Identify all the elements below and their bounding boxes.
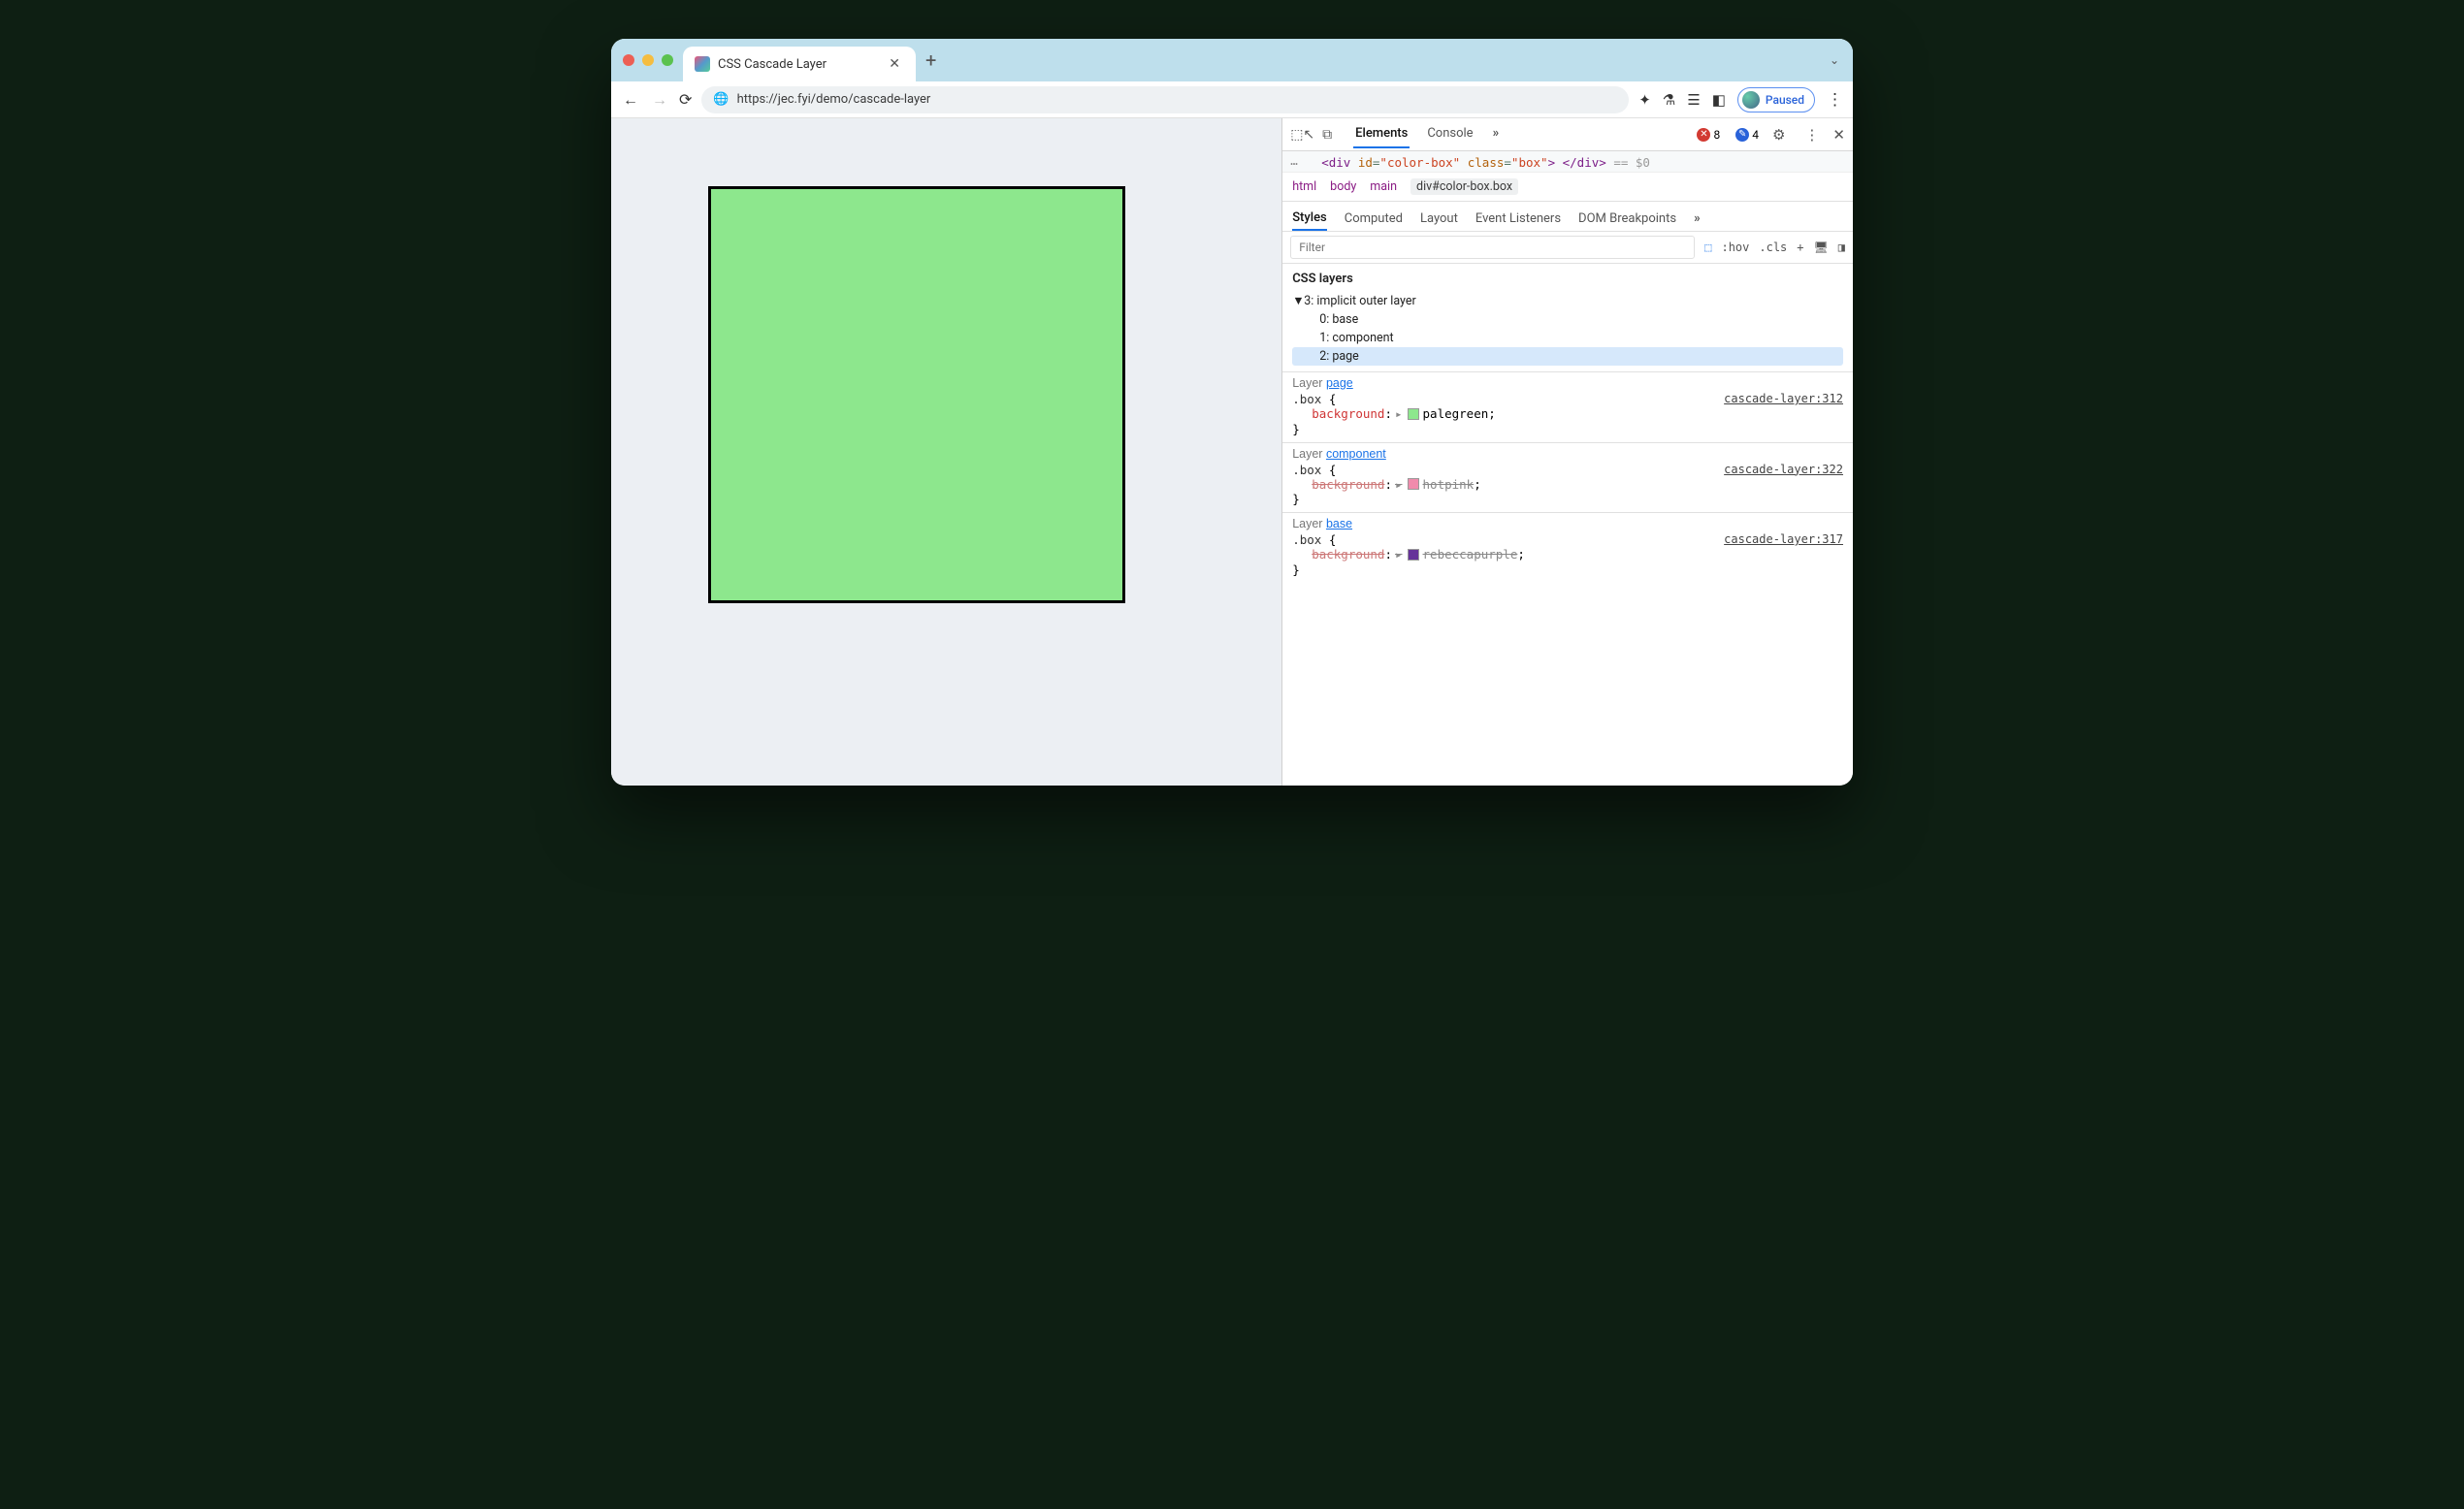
devtools-toolbar: ⬚↖ ⧉ Elements Console » ✕ 8 ✎ 4 ⚙ ⋮ (1282, 118, 1853, 151)
subtab-more[interactable]: » (1694, 208, 1701, 230)
selected-html-node[interactable]: ⋯ <div id="color-box" class="box"> </div… (1282, 151, 1853, 173)
rule-source-link[interactable]: cascade-layer:317 (1724, 532, 1843, 546)
extensions-icon[interactable]: ✦ (1638, 91, 1651, 109)
crumb-main[interactable]: main (1370, 179, 1397, 194)
crumb-html[interactable]: html (1292, 179, 1316, 194)
forward-button[interactable]: → (650, 90, 669, 110)
url-text: https://jec.fyi/demo/cascade-layer (737, 92, 931, 107)
layer-root[interactable]: ▼3: implicit outer layer (1292, 292, 1843, 310)
labs-icon[interactable]: ⚗ (1663, 91, 1675, 109)
style-declaration[interactable]: background:▸palegreen; (1292, 406, 1843, 422)
page-viewport (611, 118, 1281, 786)
color-swatch[interactable] (1408, 408, 1419, 420)
layer-label: Layer base (1292, 517, 1843, 530)
profile-label: Paused (1766, 93, 1804, 107)
message-icon: ✎ (1735, 128, 1749, 142)
devtools-close-button[interactable]: ✕ (1832, 126, 1845, 144)
layer-link[interactable]: component (1326, 447, 1386, 461)
hov-toggle[interactable]: :hov (1721, 241, 1749, 254)
annotation-arrow-icon (1282, 370, 1286, 400)
dom-breadcrumbs: html body main div#color-box.box (1282, 173, 1853, 202)
layers-toggle-icon[interactable]: ⬚ (1704, 241, 1711, 254)
styles-subpanel-tabs: Styles Computed Layout Event Listeners D… (1282, 202, 1853, 232)
window-controls (623, 54, 673, 66)
style-rule: Layer page cascade-layer:312 .box { back… (1282, 371, 1853, 442)
color-swatch[interactable] (1408, 549, 1419, 561)
profile-chip[interactable]: Paused (1737, 87, 1815, 112)
styles-scroll-area: CSS layers ▼3: implicit outer layer 0: b… (1282, 264, 1853, 786)
crumb-selected[interactable]: div#color-box.box (1410, 178, 1518, 195)
minimize-window-button[interactable] (642, 54, 654, 66)
styles-tools: ⬚ :hov .cls + 🖥 ◨ (1704, 241, 1845, 254)
layer-item[interactable]: 0: base (1292, 310, 1843, 329)
close-window-button[interactable] (623, 54, 634, 66)
panel-icon[interactable]: ◧ (1712, 91, 1726, 109)
style-rule: Layer base cascade-layer:317 .box { back… (1282, 512, 1853, 583)
error-count[interactable]: ✕ 8 (1697, 128, 1720, 142)
back-button[interactable]: ← (621, 90, 640, 110)
message-count[interactable]: ✎ 4 (1735, 128, 1759, 142)
color-swatch[interactable] (1408, 478, 1419, 490)
sidebar-toggle-icon[interactable]: ◨ (1838, 241, 1845, 254)
crumb-body[interactable]: body (1330, 179, 1356, 194)
rule-source-link[interactable]: cascade-layer:312 (1724, 392, 1843, 405)
layer-item[interactable]: 1: component (1292, 329, 1843, 347)
tab-more[interactable]: » (1491, 120, 1502, 148)
style-rule: Layer component cascade-layer:322 .box {… (1282, 442, 1853, 513)
layer-label: Layer component (1292, 447, 1843, 461)
rule-source-link[interactable]: cascade-layer:322 (1724, 463, 1843, 476)
omnibox[interactable]: 🌐 https://jec.fyi/demo/cascade-layer (701, 86, 1629, 113)
layer-item-selected[interactable]: 2: page (1292, 347, 1843, 366)
layer-label: Layer page (1292, 376, 1843, 390)
cls-toggle[interactable]: .cls (1759, 241, 1787, 254)
devtools-menu-icon[interactable]: ⋮ (1804, 126, 1819, 144)
browser-tab[interactable]: CSS Cascade Layer ✕ (683, 47, 916, 81)
style-declaration-overridden[interactable]: background:▸hotpink; (1292, 477, 1843, 493)
tab-elements[interactable]: Elements (1353, 120, 1410, 148)
styles-filter-row: ⬚ :hov .cls + 🖥 ◨ (1282, 232, 1853, 264)
tabs-menu-button[interactable]: ⌄ (1830, 53, 1839, 67)
new-rule-button[interactable]: + (1797, 241, 1803, 254)
browser-menu-button[interactable]: ⋮ (1827, 90, 1843, 110)
toolbar-right: ✦ ⚗ ☰ ◧ Paused ⋮ (1638, 87, 1843, 112)
new-tab-button[interactable]: + (925, 48, 936, 72)
subtab-dom[interactable]: DOM Breakpoints (1578, 208, 1676, 230)
device-emulation-icon[interactable]: 🖥 (1814, 241, 1829, 254)
reload-button[interactable]: ⟳ (679, 90, 692, 109)
layer-link[interactable]: base (1326, 517, 1352, 530)
subtab-styles[interactable]: Styles (1292, 207, 1327, 231)
styles-filter-input[interactable] (1290, 236, 1695, 259)
color-box-element (708, 186, 1125, 603)
tab-bar: CSS Cascade Layer ✕ + ⌄ (611, 39, 1853, 81)
css-layers-heading: CSS layers (1282, 264, 1853, 292)
error-number: 8 (1713, 128, 1720, 142)
browser-window: CSS Cascade Layer ✕ + ⌄ ← → ⟳ 🌐 https://… (611, 39, 1853, 786)
css-layers-tree: ▼3: implicit outer layer 0: base 1: comp… (1282, 292, 1853, 371)
message-number: 4 (1752, 128, 1759, 142)
devtools: 🚶 ⬚↖ ⧉ Elements Console » ✕ 8 ✎ 4 (1281, 118, 1853, 786)
tab-close-button[interactable]: ✕ (885, 56, 904, 72)
subtab-events[interactable]: Event Listeners (1475, 208, 1561, 230)
site-info-icon[interactable]: 🌐 (713, 92, 729, 107)
error-icon: ✕ (1697, 128, 1710, 142)
content-area: 🚶 ⬚↖ ⧉ Elements Console » ✕ 8 ✎ 4 (611, 118, 1853, 786)
avatar-icon (1742, 91, 1760, 109)
style-declaration-overridden[interactable]: background:▸rebeccapurple; (1292, 547, 1843, 562)
devtools-panel-tabs: Elements Console » (1353, 120, 1501, 148)
annotation-arrow-icon (1282, 267, 1286, 296)
layer-link[interactable]: page (1326, 376, 1353, 390)
maximize-window-button[interactable] (662, 54, 673, 66)
expand-ancestors-button[interactable]: ⋯ (1290, 156, 1298, 171)
inspect-icon[interactable]: ⬚↖ (1290, 127, 1314, 143)
tab-console[interactable]: Console (1425, 120, 1475, 148)
dollar-zero: == $0 (1613, 155, 1650, 170)
favicon-icon (695, 56, 710, 72)
tab-title: CSS Cascade Layer (718, 57, 877, 72)
subtab-computed[interactable]: Computed (1345, 208, 1403, 230)
device-toggle-icon[interactable]: ⧉ (1322, 127, 1332, 143)
reading-list-icon[interactable]: ☰ (1687, 91, 1700, 109)
address-bar: ← → ⟳ 🌐 https://jec.fyi/demo/cascade-lay… (611, 81, 1853, 118)
subtab-layout[interactable]: Layout (1420, 208, 1458, 230)
settings-icon[interactable]: ⚙ (1772, 126, 1785, 144)
